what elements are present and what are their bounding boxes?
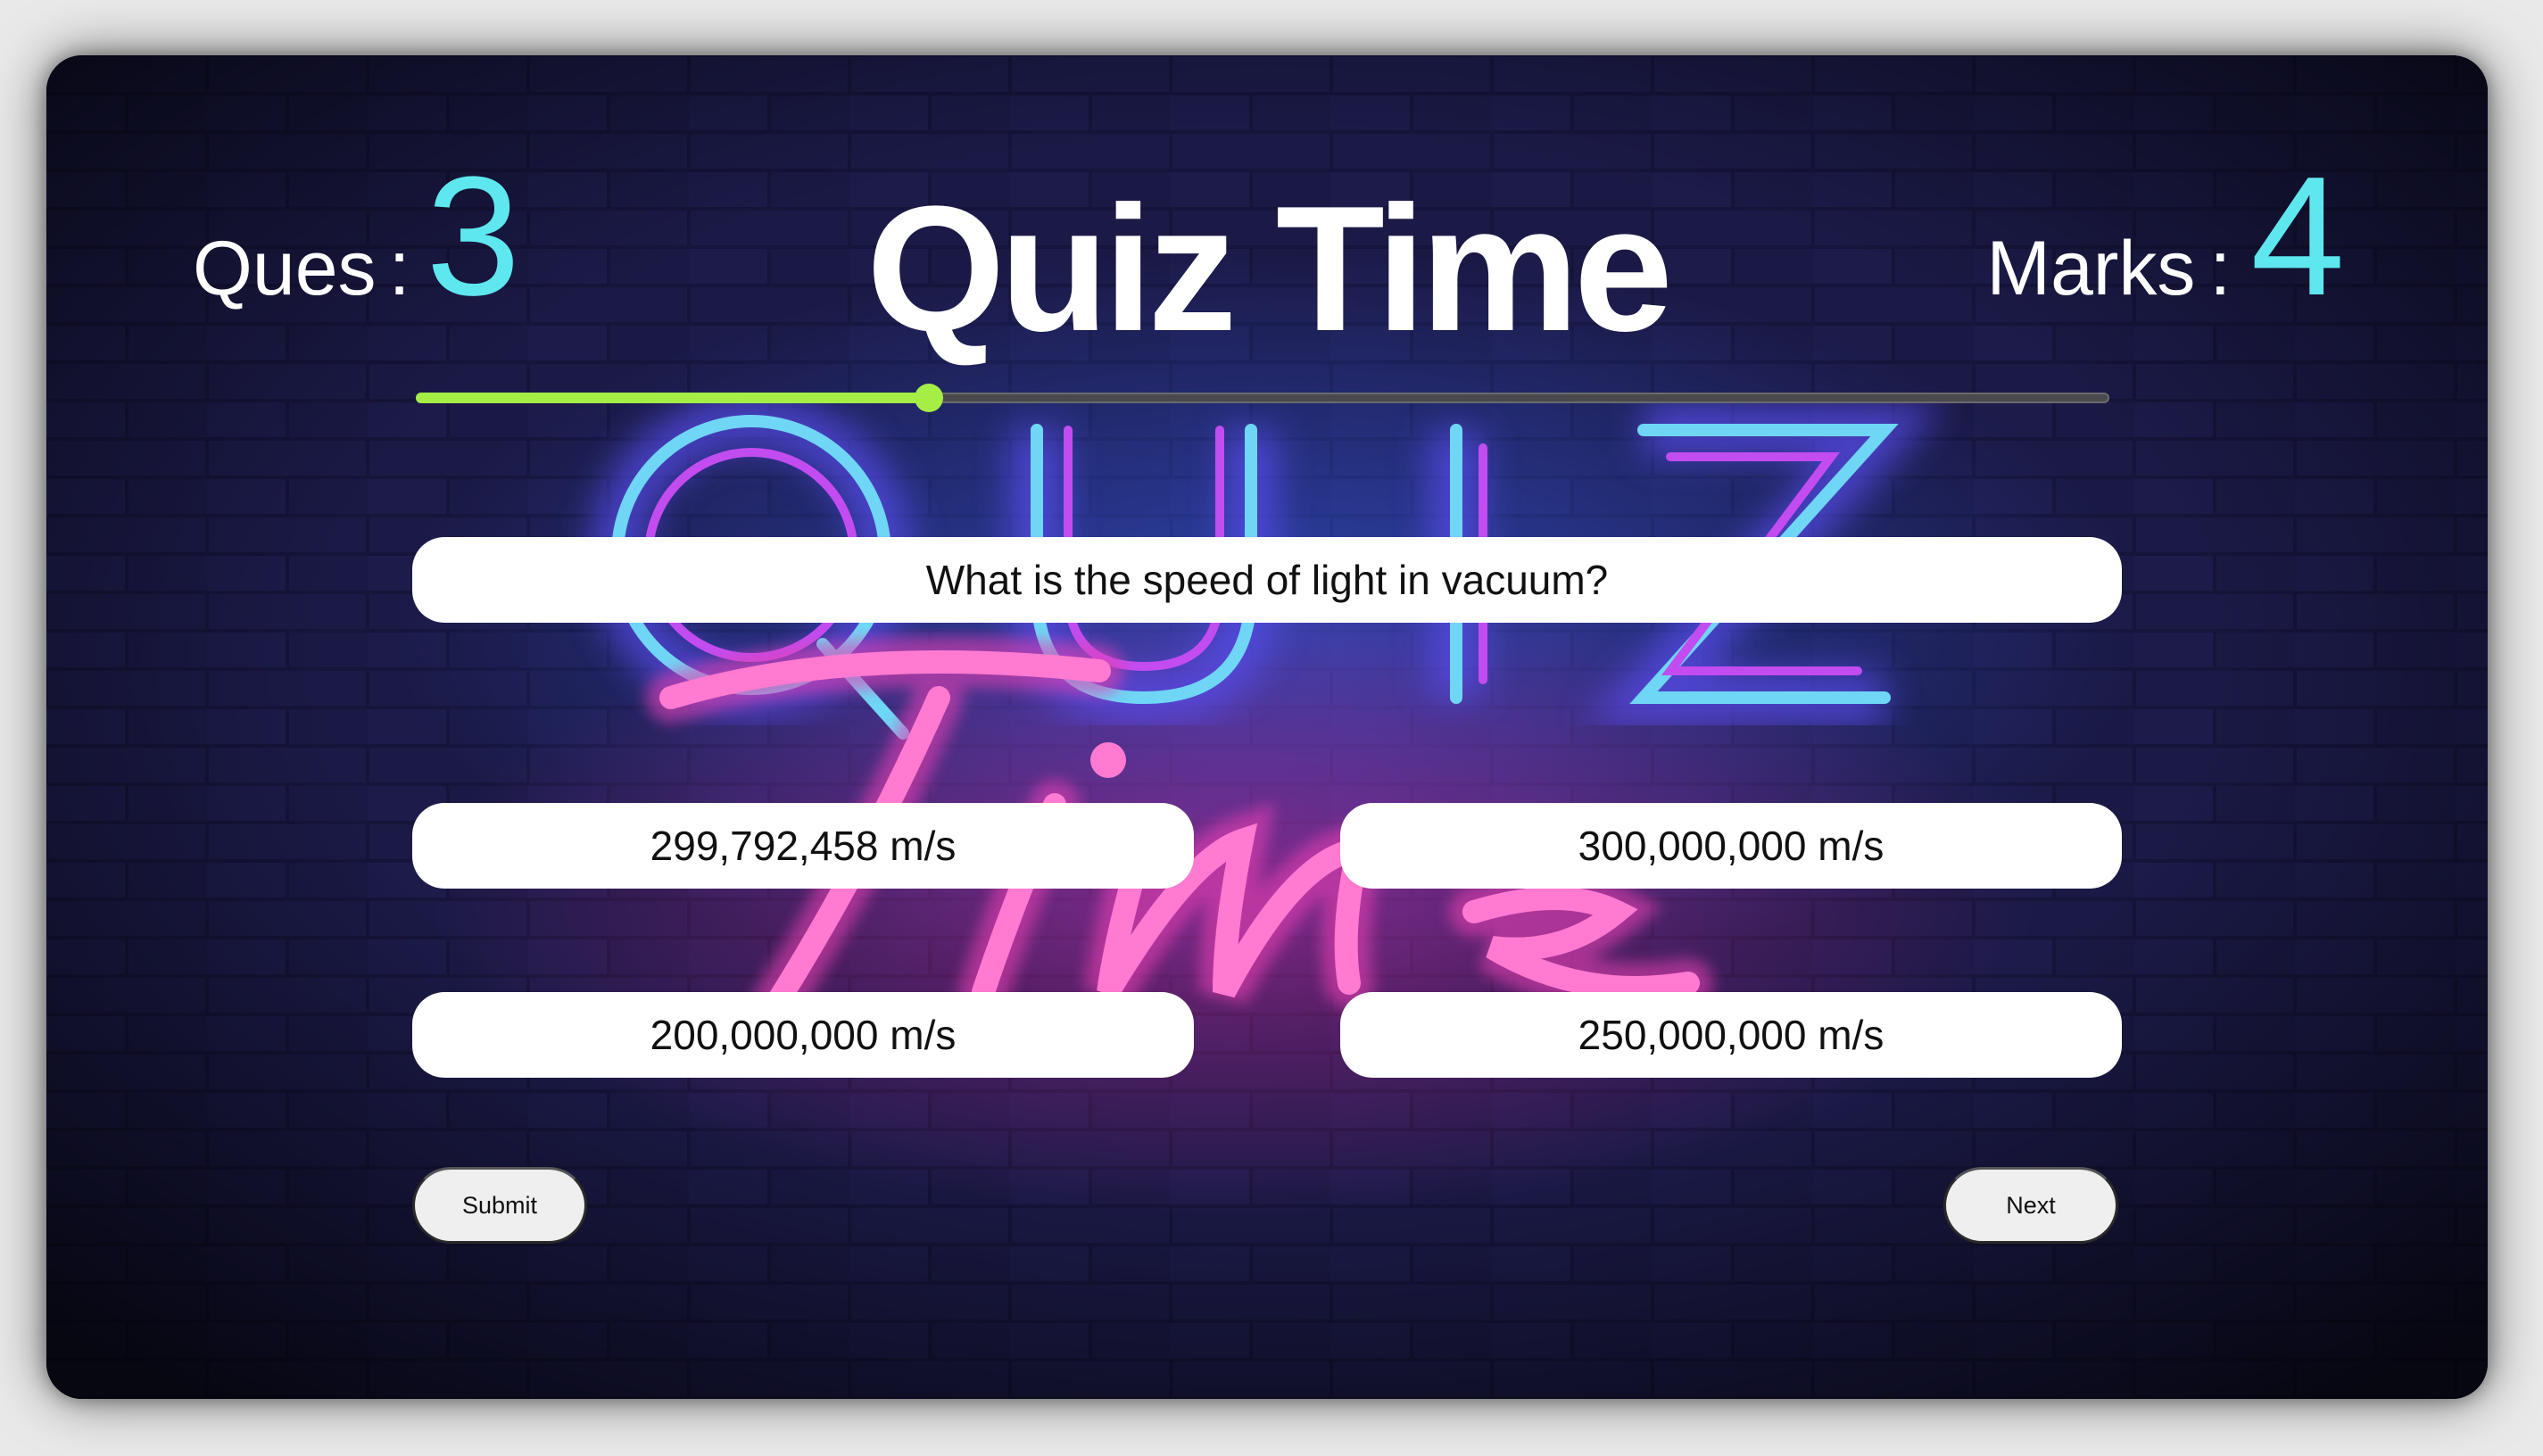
answer-option-3[interactable]: 200,000,000 m/s: [412, 992, 1194, 1078]
answer-option-1[interactable]: 299,792,458 m/s: [412, 803, 1194, 889]
answer-option-4[interactable]: 250,000,000 m/s: [1340, 992, 2122, 1078]
progress-bar-fill: [416, 393, 930, 403]
marks-counter-label: Marks: [1986, 226, 2196, 311]
quiz-app-window: Ques : 3 Quiz Time Marks : 4 What is the…: [46, 55, 2488, 1399]
next-button[interactable]: Next: [1943, 1167, 2118, 1244]
marks-counter: Marks : 4: [1986, 152, 2345, 366]
marks-value: 4: [2250, 142, 2345, 331]
progress-bar: [416, 384, 2109, 412]
answer-option-2[interactable]: 300,000,000 m/s: [1340, 803, 2122, 889]
marks-counter-separator: :: [2209, 226, 2232, 311]
progress-bar-thumb: [915, 384, 944, 412]
submit-button[interactable]: Submit: [412, 1167, 587, 1244]
question-text: What is the speed of light in vacuum?: [412, 537, 2122, 623]
